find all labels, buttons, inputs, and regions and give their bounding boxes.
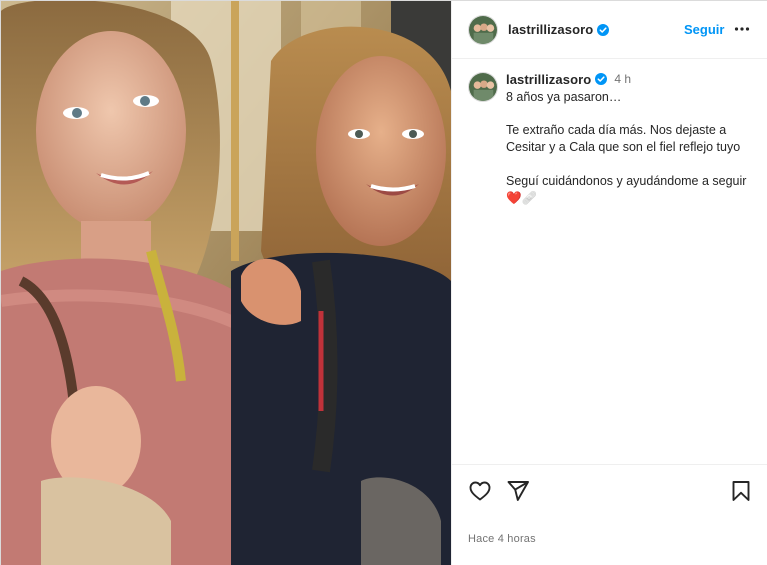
caption: lastrillizasoro 4 h 8 años ya pasaron… T… bbox=[468, 71, 758, 207]
caption-line-2: Te extraño cada día más. Nos dejaste a C… bbox=[506, 123, 741, 154]
post-timestamp[interactable]: Hace 4 horas bbox=[468, 533, 536, 545]
caption-avatar[interactable] bbox=[468, 72, 498, 102]
caption-line-3: Seguí cuidándonos y ayudándome a seguir … bbox=[506, 173, 758, 207]
post-photo[interactable] bbox=[1, 1, 451, 565]
follow-button[interactable]: Seguir bbox=[684, 22, 724, 37]
instagram-post-card: lastrillizasoro Seguir lastrillizasoro 4… bbox=[0, 0, 767, 565]
bookmark-icon bbox=[732, 481, 750, 501]
caption-username[interactable]: lastrillizasoro bbox=[506, 72, 591, 87]
avatar-image bbox=[469, 73, 497, 101]
save-button[interactable] bbox=[729, 479, 753, 503]
avatar-image bbox=[469, 15, 497, 44]
like-button[interactable] bbox=[468, 479, 492, 503]
header-username[interactable]: lastrillizasoro bbox=[508, 22, 593, 37]
bandage-emoji: 🩹 bbox=[521, 191, 538, 205]
avatar[interactable] bbox=[468, 14, 498, 45]
heart-icon bbox=[469, 481, 491, 501]
caption-line-1: 8 años ya pasaron… bbox=[506, 90, 622, 104]
action-bar bbox=[452, 464, 767, 516]
share-paper-plane-icon bbox=[507, 481, 529, 501]
caption-line-3-text: Seguí cuidándonos y ayudándome a seguir bbox=[506, 174, 747, 188]
more-options-icon[interactable] bbox=[734, 21, 750, 37]
verified-badge-icon bbox=[595, 73, 608, 85]
red-heart-emoji: ❤️ bbox=[506, 191, 522, 205]
post-side-panel: lastrillizasoro Seguir lastrillizasoro 4… bbox=[451, 1, 767, 565]
verified-badge-icon bbox=[597, 23, 610, 36]
photo-two-women-illustration bbox=[1, 1, 451, 565]
caption-time[interactable]: 4 h bbox=[614, 72, 631, 86]
share-button[interactable] bbox=[506, 479, 530, 503]
